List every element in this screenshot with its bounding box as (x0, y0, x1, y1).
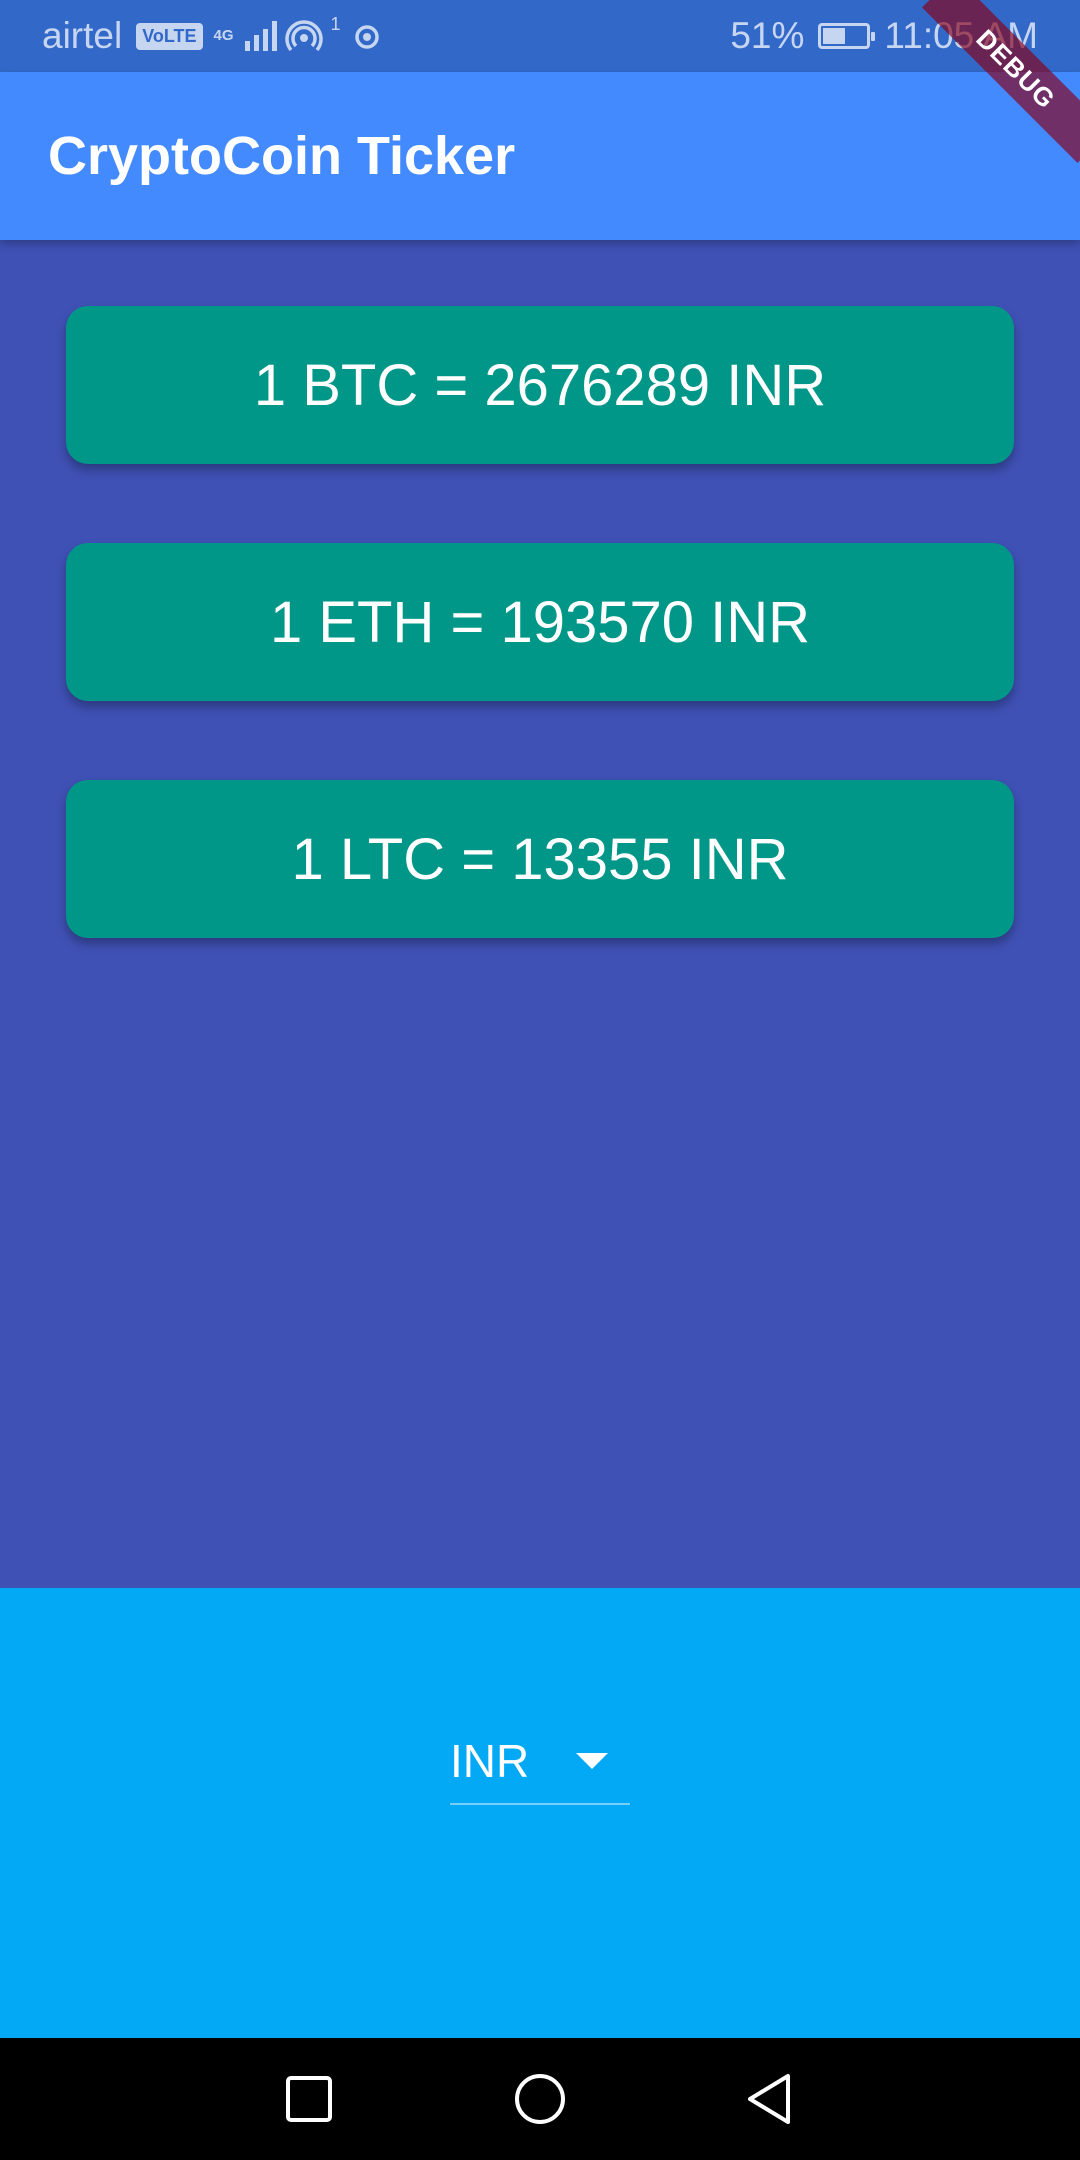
status-bar: airtel VoLTE 4G 1 51% 11:05 (0, 0, 1080, 72)
rate-card-btc: 1 BTC = 2676289 INR (66, 306, 1014, 464)
currency-picker-area: INR (0, 1588, 1080, 2038)
back-button[interactable] (708, 2038, 830, 2160)
rate-text: 1 BTC = 2676289 INR (253, 352, 827, 418)
network-type: 4G (213, 27, 234, 44)
app-title: CryptoCoin Ticker (48, 126, 516, 186)
home-circle-icon (515, 2074, 565, 2124)
dropdown-arrow-icon (576, 1753, 608, 1769)
hotspot-icon (284, 19, 323, 53)
recents-square-icon (286, 2076, 332, 2122)
battery-percent: 51% (730, 15, 805, 56)
recents-button[interactable] (248, 2038, 370, 2160)
app-bar: CryptoCoin Ticker (0, 72, 1080, 240)
rates-list: 1 BTC = 2676289 INR 1 ETH = 193570 INR 1… (0, 240, 1080, 1588)
battery-icon (818, 23, 876, 49)
signal-icon (244, 21, 277, 51)
currency-dropdown-value: INR (450, 1735, 530, 1787)
hotspot-count: 1 (330, 14, 341, 34)
rate-text: 1 LTC = 13355 INR (291, 826, 789, 892)
battery-fill (823, 28, 845, 44)
home-button[interactable] (479, 2038, 601, 2160)
rate-card-eth: 1 ETH = 193570 INR (66, 543, 1014, 701)
rate-card-ltc: 1 LTC = 13355 INR (66, 780, 1014, 938)
navigation-bar (0, 2038, 1080, 2160)
volte-badge: VoLTE (136, 22, 203, 50)
back-triangle-icon (748, 2074, 790, 2124)
status-left: airtel VoLTE 4G 1 (42, 0, 385, 72)
rate-text: 1 ETH = 193570 INR (269, 589, 810, 655)
carrier-name: airtel (42, 15, 123, 56)
wifi-hotspot-icon (349, 19, 385, 53)
currency-dropdown[interactable]: INR (450, 1733, 630, 1805)
